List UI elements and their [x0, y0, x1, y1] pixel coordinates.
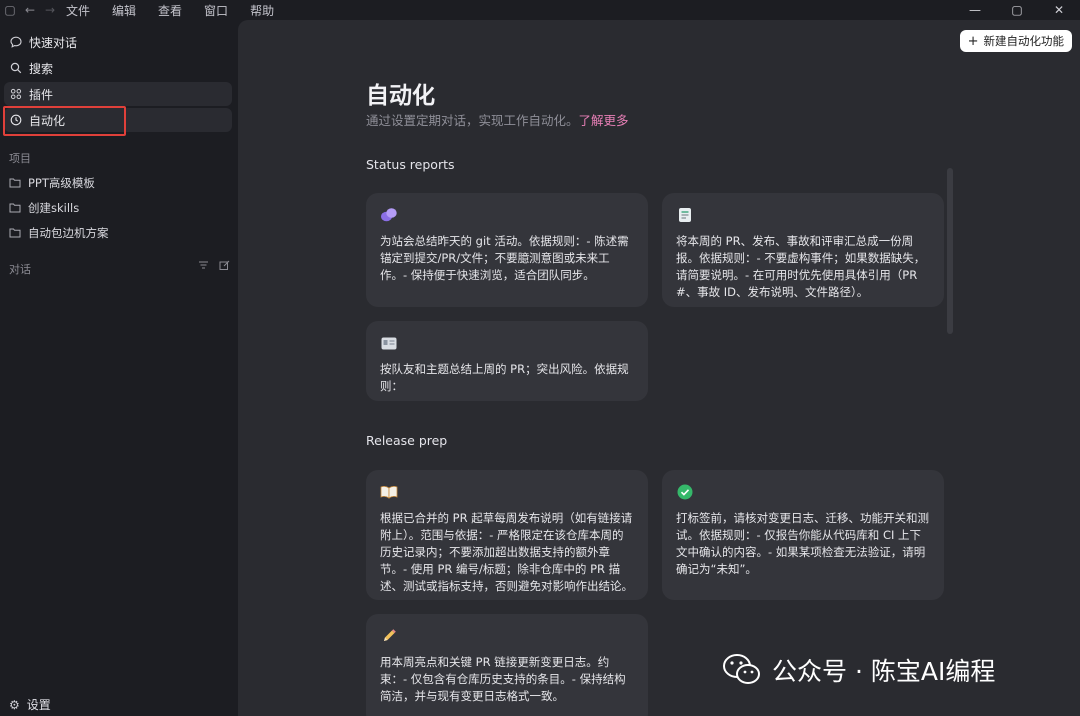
automation-card[interactable]: 打标签前，请核对变更日志、迁移、功能开关和测试。依据规则：- 仅报告你能从代码库… [662, 470, 944, 600]
gear-icon: ⚙ [9, 697, 20, 712]
card-text: 用本周亮点和关键 PR 链接更新变更日志。约束：- 仅包含有仓库历史支持的条目。… [380, 655, 626, 703]
filter-icon[interactable] [198, 260, 209, 274]
menu-edit[interactable]: 编辑 [112, 2, 136, 19]
card-text: 按队友和主题总结上周的 PR；突出风险。依据规则： [380, 362, 629, 393]
page-subtitle: 通过设置定期对话，实现工作自动化。了解更多 [366, 113, 629, 128]
card-text: 根据已合并的 PR 起草每周发布说明（如有链接请附上）。范围与依据：- 严格限定… [380, 511, 633, 593]
folder-icon [9, 177, 21, 189]
menu-window[interactable]: 窗口 [204, 2, 228, 19]
automation-card[interactable]: 根据已合并的 PR 起草每周发布说明（如有链接请附上）。范围与依据：- 严格限定… [366, 470, 648, 600]
window-controls: — ▢ ✕ [954, 0, 1080, 20]
project-item[interactable]: 自动包边机方案 [9, 225, 109, 241]
compose-icon[interactable] [219, 260, 230, 274]
automation-card[interactable]: 用本周亮点和关键 PR 链接更新变更日志。约束：- 仅包含有仓库历史支持的条目。… [366, 614, 648, 716]
nav-label: 搜索 [29, 61, 54, 76]
wechat-logo-icon [722, 652, 762, 688]
learn-more-link[interactable]: 了解更多 [579, 113, 629, 128]
nav-quick-chat[interactable]: 快速对话 [4, 30, 232, 54]
automation-card[interactable]: 按队友和主题总结上周的 PR；突出风险。依据规则： [366, 321, 648, 401]
menu-help[interactable]: 帮助 [250, 2, 274, 19]
card-text: 打标签前，请核对变更日志、迁移、功能开关和测试。依据规则：- 仅报告你能从代码库… [676, 511, 929, 576]
projects-label: 项目 [9, 152, 31, 165]
menu-bar: 文件 编辑 查看 窗口 帮助 [66, 2, 274, 19]
title-bar: ▢ ← → 文件 编辑 查看 窗口 帮助 — ▢ ✕ [0, 0, 1080, 20]
nav-label: 快速对话 [29, 35, 78, 50]
group-title-release-prep: Release prep [366, 433, 448, 448]
settings-button[interactable]: ⚙ 设置 [9, 696, 51, 713]
menu-file[interactable]: 文件 [66, 2, 90, 19]
chat-tools [198, 260, 230, 274]
maximize-icon[interactable]: ▢ [996, 0, 1038, 20]
main-panel: + 新建自动化功能 自动化 通过设置定期对话，实现工作自动化。了解更多 Stat… [238, 20, 1080, 716]
automation-card[interactable]: 为站会总结昨天的 git 活动。依据规则：- 陈述需锚定到提交/PR/文件；不要… [366, 193, 648, 307]
highlight-annotation [3, 106, 126, 136]
plus-icon: + [967, 33, 979, 49]
search-icon [9, 61, 23, 75]
chats-label: 对话 [9, 263, 31, 276]
sidebar: 快速对话 搜索 插件 自动化 项目 PPT高级模板 创建skills 自动包边机… [0, 20, 238, 716]
close-icon[interactable]: ✕ [1038, 0, 1080, 20]
back-arrow-icon[interactable]: ← [20, 0, 40, 20]
chat-bubble-icon [9, 35, 23, 49]
menu-view[interactable]: 查看 [158, 2, 182, 19]
minimize-icon[interactable]: — [954, 0, 996, 20]
automation-card[interactable]: 将本周的 PR、发布、事故和评审汇总成一份周报。依据规则：- 不要虚构事件；如果… [662, 193, 944, 307]
plugin-grid-icon [9, 87, 23, 101]
nav-label: 插件 [29, 87, 54, 102]
sidebar-toggle-icon[interactable]: ▢ [0, 0, 20, 20]
purple-blob-icon [380, 206, 398, 224]
nav-plugins[interactable]: 插件 [4, 82, 232, 106]
scrollbar[interactable] [947, 168, 953, 334]
card-text: 为站会总结昨天的 git 活动。依据规则：- 陈述需锚定到提交/PR/文件；不要… [380, 234, 629, 282]
card-text: 将本周的 PR、发布、事故和评审汇总成一份周报。依据规则：- 不要虚构事件；如果… [676, 234, 926, 299]
page-title: 自动化 [366, 83, 435, 109]
nav-search[interactable]: 搜索 [4, 56, 232, 80]
group-title-status-reports: Status reports [366, 157, 455, 172]
check-circle-icon [676, 483, 694, 501]
folder-icon [9, 202, 21, 214]
project-item[interactable]: PPT高级模板 [9, 175, 95, 191]
new-automation-button[interactable]: + 新建自动化功能 [959, 30, 1072, 52]
watermark: 公众号 · 陈宝AI编程 [722, 652, 995, 688]
project-item[interactable]: 创建skills [9, 200, 79, 216]
id-card-icon [380, 334, 398, 352]
document-icon [676, 206, 694, 224]
forward-arrow-icon[interactable]: → [40, 0, 60, 20]
folder-icon [9, 227, 21, 239]
open-book-icon [380, 483, 398, 501]
pencil-icon [380, 627, 398, 645]
